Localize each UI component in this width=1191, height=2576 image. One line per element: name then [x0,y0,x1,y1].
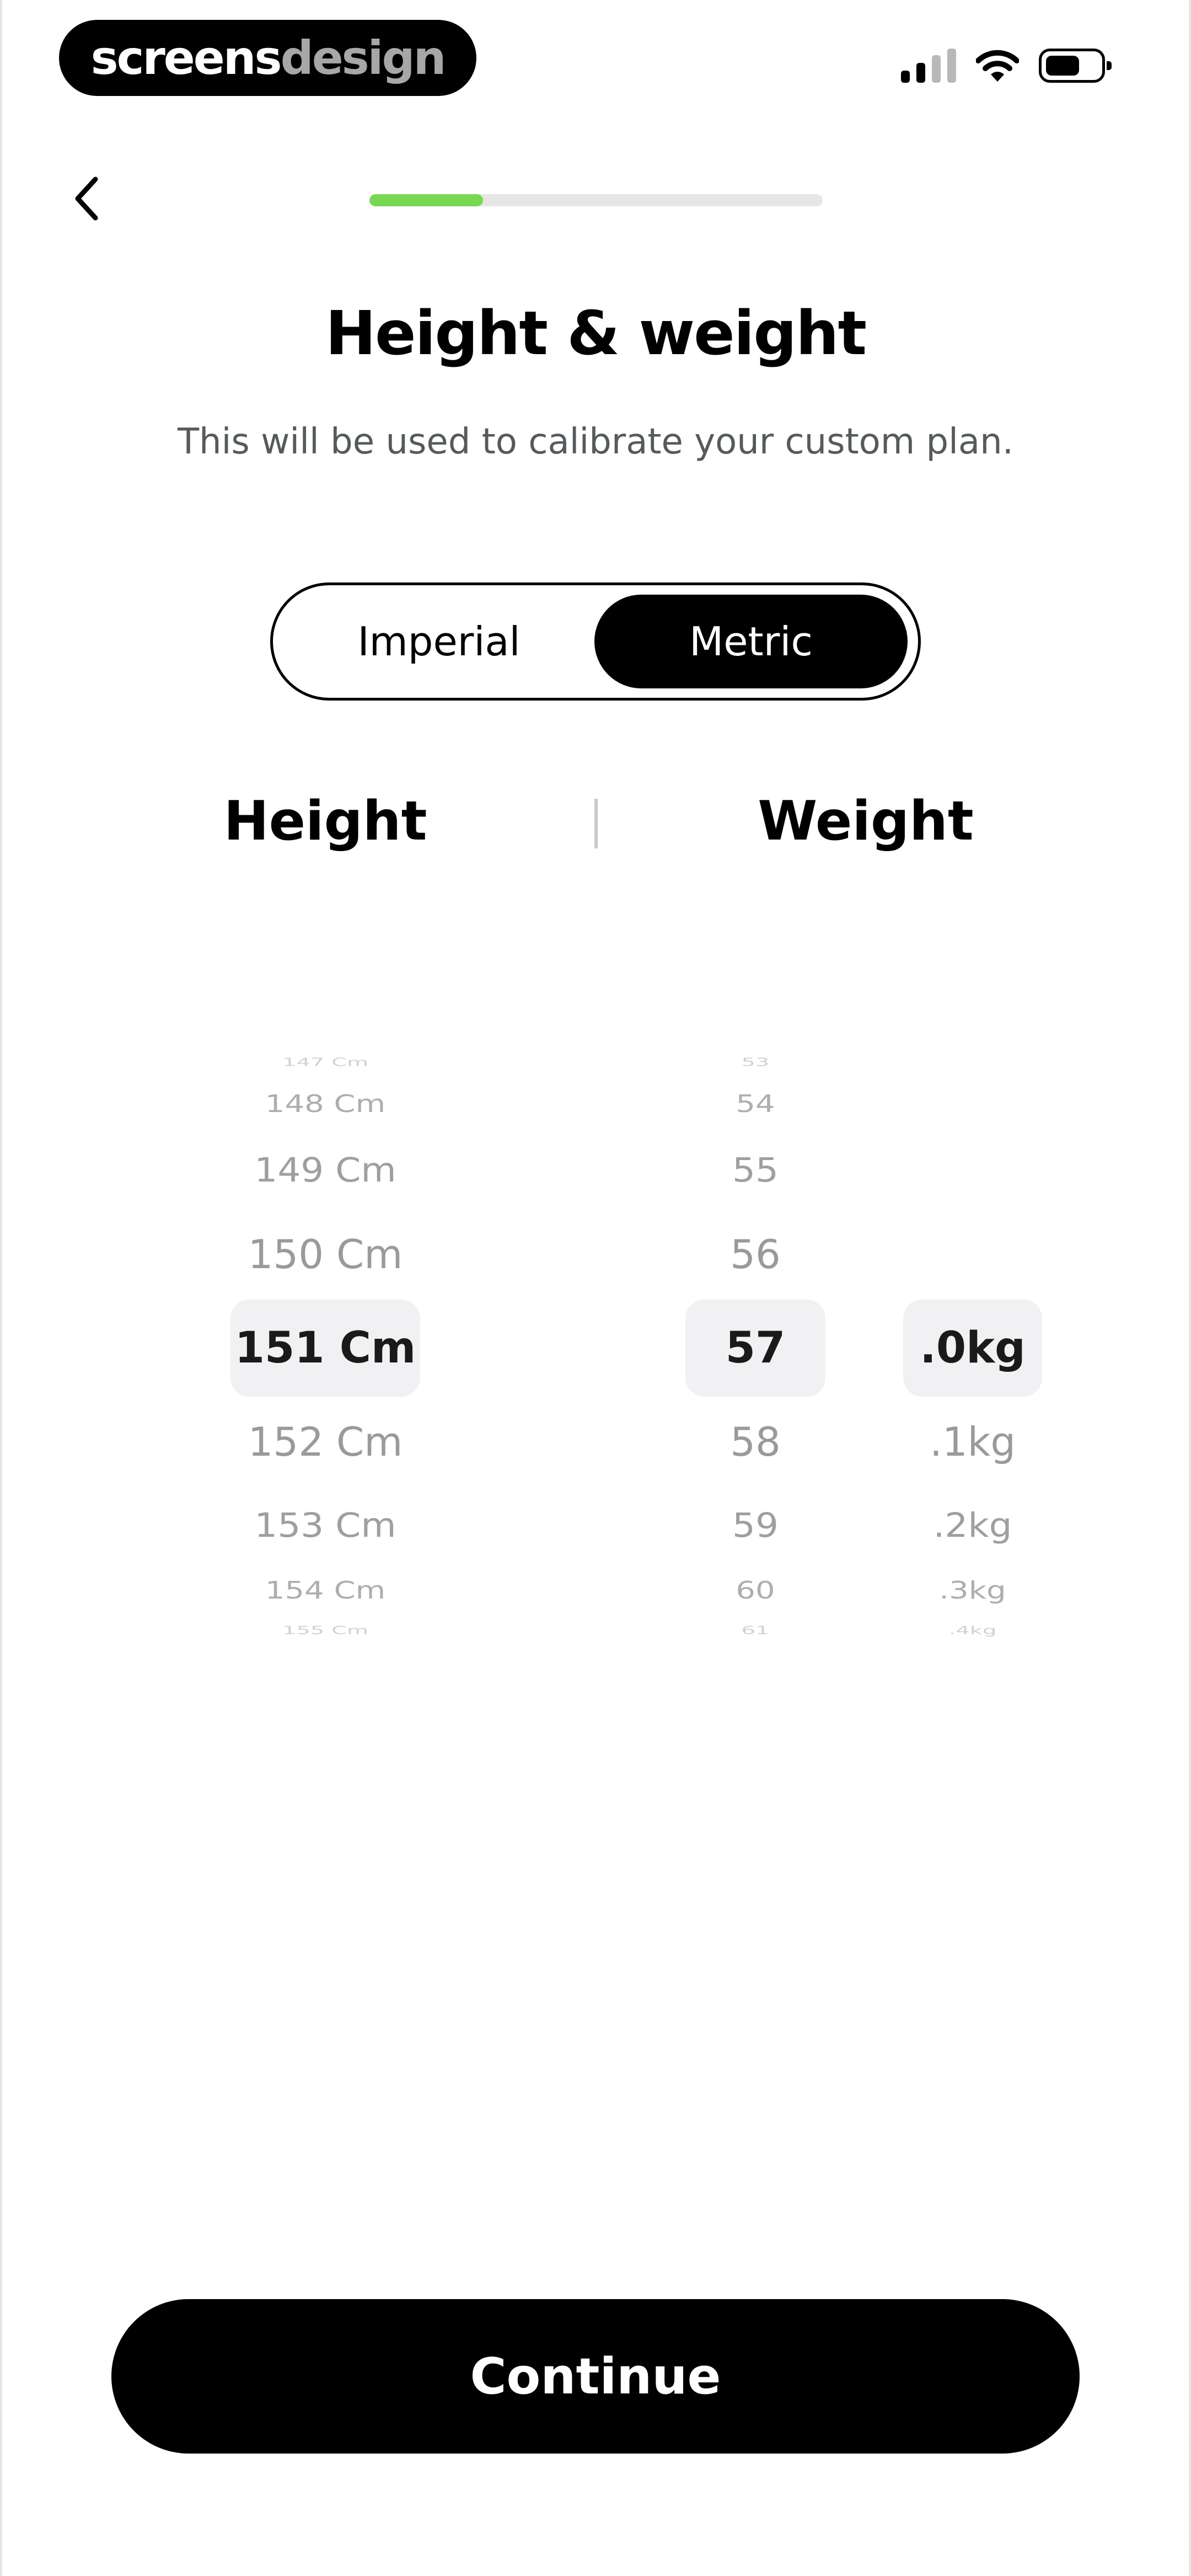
right-edge [1189,0,1191,2576]
picker-item[interactable]: 56 [684,1234,827,1274]
column-divider [594,799,598,848]
picker-item[interactable]: .3kg [900,1579,1045,1603]
picker-selected-item[interactable]: .0kg [900,1327,1045,1370]
picker-item[interactable]: 54 [684,1092,827,1116]
page-title: Height & weight [325,298,867,368]
battery-cap [1107,61,1112,70]
picker-item[interactable]: 153 Cm [215,1509,436,1543]
picker-item[interactable]: 148 Cm [215,1092,436,1116]
weight-whole-picker[interactable]: 53 54 55 56 57 58 59 60 61 [684,1043,827,1644]
wifi-icon [975,49,1020,83]
brand-logo: screens design [59,20,476,96]
picker-selected-item[interactable]: 57 [684,1327,827,1370]
battery-level [1046,56,1079,76]
picker-item[interactable]: 58 [684,1422,827,1462]
height-picker[interactable]: 147 Cm 148 Cm 149 Cm 150 Cm 151 Cm 152 Cm 153 … [215,1043,436,1644]
picker-item[interactable]: 53 [684,1057,827,1068]
cellular-signal-icon [901,49,957,83]
picker-item[interactable]: 152 Cm [215,1422,436,1462]
progress-bar [369,194,823,206]
picker-item[interactable]: 147 Cm [215,1057,436,1068]
toggle-metric[interactable]: Metric [594,595,908,688]
picker-item[interactable]: 149 Cm [215,1153,436,1188]
picker-item[interactable]: 60 [684,1579,827,1603]
picker-item[interactable]: 154 Cm [215,1579,436,1603]
picker-item[interactable]: 150 Cm [215,1234,436,1274]
page-subtitle: This will be used to calibrate your cust… [177,421,1014,462]
picker-item[interactable]: .1kg [900,1422,1045,1462]
picker-item[interactable]: 59 [684,1509,827,1543]
picker-item[interactable]: .4kg [900,1625,1045,1636]
brand-logo-left: screens [90,31,282,85]
chevron-left-icon [75,177,98,221]
height-column-label: Height [223,790,427,853]
brand-logo-right: design [280,31,447,85]
weight-column-label: Weight [758,790,974,853]
picker-item[interactable]: 155 Cm [215,1625,436,1636]
picker-item[interactable]: .2kg [900,1509,1045,1543]
picker-item[interactable]: 61 [684,1625,827,1636]
unit-toggle: Imperial Metric [270,582,921,701]
toggle-imperial[interactable]: Imperial [282,595,596,688]
back-button[interactable] [62,171,111,226]
picker-item[interactable]: 55 [684,1153,827,1188]
battery-icon [1039,49,1112,83]
weight-decimal-picker[interactable]: .0kg .1kg .2kg .3kg .4kg [900,1043,1045,1644]
progress-bar-fill [369,194,483,206]
left-edge [0,0,2,2576]
picker-selected-item[interactable]: 151 Cm [215,1327,436,1370]
continue-button[interactable]: Continue [111,2299,1080,2454]
